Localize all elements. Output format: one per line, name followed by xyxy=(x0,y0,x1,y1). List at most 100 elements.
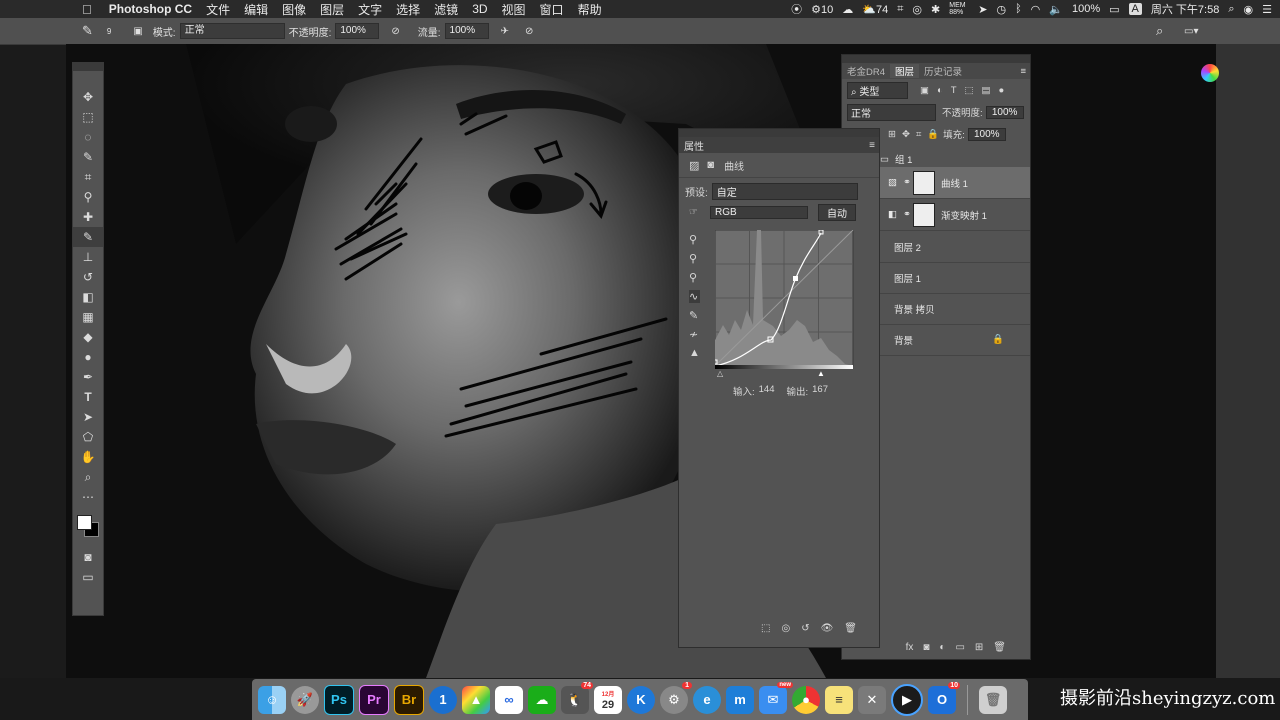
healing-tool-icon[interactable]: ✚ xyxy=(73,207,103,227)
panel-menu-icon[interactable]: ≡ xyxy=(869,140,879,151)
chrome-icon[interactable]: ● xyxy=(792,685,820,714)
fx-icon[interactable]: fx xyxy=(906,642,914,653)
brush-size[interactable]: 9 xyxy=(107,27,111,36)
more-tools-icon[interactable]: ⋯ xyxy=(73,487,103,507)
curves-graph[interactable] xyxy=(715,230,855,372)
menu-window[interactable]: 窗口 xyxy=(533,1,571,18)
premiere-icon[interactable]: Pr xyxy=(359,684,389,715)
lock-all-icon[interactable]: 🔒 xyxy=(927,129,939,140)
launchpad-icon[interactable]: 🚀 xyxy=(291,685,319,714)
onepassword-icon[interactable]: 1 xyxy=(429,685,457,714)
white-input-slider[interactable]: ▲ xyxy=(817,369,825,378)
lasso-tool-icon[interactable]: ◌ xyxy=(73,127,103,147)
target-adjust-icon[interactable]: ☞ xyxy=(689,207,698,218)
black-point-eyedropper-icon[interactable]: ⚲ xyxy=(689,233,700,246)
brush-tool-preset-icon[interactable]: ✎ xyxy=(82,23,93,39)
filter-adjust-icon[interactable]: ◐ xyxy=(937,85,943,96)
color-wheel-icon[interactable] xyxy=(1201,64,1219,82)
mode-select[interactable]: 正常 xyxy=(179,23,285,39)
mail-icon[interactable]: m xyxy=(726,685,754,714)
curve-pencil-icon[interactable]: ✎ xyxy=(689,309,700,322)
layers-panel-header[interactable] xyxy=(842,55,1030,63)
channel-select[interactable]: RGB xyxy=(709,205,808,219)
wifi-icon[interactable]: ◠ xyxy=(1031,3,1041,16)
delete-layer-icon[interactable]: 🗑 xyxy=(993,642,1006,653)
smooth-curve-icon[interactable]: ≁ xyxy=(689,328,700,341)
eyedropper-tool-icon[interactable]: ⚲ xyxy=(73,187,103,207)
blend-mode-select[interactable]: 正常 xyxy=(847,103,936,121)
lock-position-icon[interactable]: ✥ xyxy=(902,129,910,140)
menu-3d[interactable]: 3D xyxy=(465,2,494,16)
preset-select[interactable]: 自定 xyxy=(711,182,858,200)
flow-input[interactable]: 100% xyxy=(444,23,489,39)
edge-icon[interactable]: e xyxy=(693,685,721,714)
clip-to-layer-icon[interactable]: ⬚ xyxy=(761,623,770,634)
volume-icon[interactable]: 🔈 xyxy=(1049,3,1063,16)
quick-mask-icon[interactable]: ◙ xyxy=(73,547,103,567)
tab-layers[interactable]: 图层 xyxy=(890,64,920,78)
finder-icon[interactable]: ☺ xyxy=(258,685,286,714)
gray-point-eyedropper-icon[interactable]: ⚲ xyxy=(689,252,700,265)
new-adjustment-icon[interactable]: ◐ xyxy=(939,642,945,653)
new-layer-icon[interactable]: ⊞ xyxy=(975,642,983,653)
qq-icon[interactable]: 🐧 74 xyxy=(561,681,593,714)
battery-percent[interactable]: 100% xyxy=(1072,3,1100,15)
filter-toggle-icon[interactable]: ● xyxy=(999,85,1005,96)
view-previous-icon[interactable]: ◎ xyxy=(781,623,790,634)
properties-panel-header[interactable] xyxy=(679,129,879,137)
bridge-icon[interactable]: Br xyxy=(394,684,424,715)
trash-icon[interactable]: 🗑 xyxy=(979,685,1007,714)
layer-opacity-input[interactable]: 100% xyxy=(985,105,1024,119)
menu-layer[interactable]: 图层 xyxy=(313,1,351,18)
bluetooth-icon[interactable]: ᛒ xyxy=(1015,3,1022,15)
notes-icon[interactable]: ≡ xyxy=(825,685,853,714)
affinity-icon[interactable]: ▲ xyxy=(462,685,490,714)
dodge-tool-icon[interactable]: ● xyxy=(73,347,103,367)
black-input-slider[interactable]: △ xyxy=(717,369,723,378)
photoshop-icon[interactable]: Ps xyxy=(324,684,354,715)
spotlight-icon[interactable]: ⌕ xyxy=(1228,3,1234,16)
send-icon[interactable]: ➤ xyxy=(978,3,987,16)
tab-history[interactable]: 历史记录 xyxy=(919,64,967,78)
battery-icon[interactable]: ▭ xyxy=(1109,3,1119,16)
document-canvas[interactable] xyxy=(66,44,1216,678)
gradient-tool-icon[interactable]: ▦ xyxy=(73,307,103,327)
filter-type-icon[interactable]: T xyxy=(951,85,957,96)
layer-filter-select[interactable]: ⌕ 类型 xyxy=(847,81,908,99)
zoom-tool-icon[interactable]: ⌕ xyxy=(73,467,103,487)
mask-icon[interactable]: ◙ xyxy=(707,159,714,171)
creative-cloud-icon[interactable]: ◎ xyxy=(912,3,922,16)
menu-type[interactable]: 文字 xyxy=(351,1,389,18)
system-preferences-icon[interactable]: ⚙ 1 xyxy=(660,681,692,714)
screen-mode-icon[interactable]: ▭ xyxy=(73,567,103,587)
new-group-icon[interactable]: ▭ xyxy=(955,642,964,653)
history-brush-tool-icon[interactable]: ↺ xyxy=(73,267,103,287)
menu-filter[interactable]: 滤镜 xyxy=(427,1,465,18)
app-menu[interactable]: Photoshop CC xyxy=(102,2,199,16)
stamp-tool-icon[interactable]: ⊥ xyxy=(73,247,103,267)
curve-point-tool-icon[interactable]: ∿ xyxy=(689,290,700,303)
pen-tool-icon[interactable]: ✒ xyxy=(73,367,103,387)
notification-icon[interactable]: ☰ xyxy=(1262,3,1272,16)
input-value[interactable]: 144 xyxy=(759,384,775,398)
calendar-icon[interactable]: 12月 29 xyxy=(594,685,622,714)
clipping-warning-icon[interactable]: ▲ xyxy=(689,347,700,359)
crop-tool-icon[interactable]: ⌗ xyxy=(73,167,103,187)
fill-input[interactable]: 100% xyxy=(967,127,1006,141)
menu-image[interactable]: 图像 xyxy=(275,1,313,18)
delete-adjustment-icon[interactable]: 🗑 xyxy=(844,623,857,634)
airbrush-icon[interactable]: ✈ xyxy=(501,26,509,37)
menu-view[interactable]: 视图 xyxy=(495,1,533,18)
type-tool-icon[interactable]: T xyxy=(73,387,103,407)
foreground-color-swatch[interactable] xyxy=(77,515,92,530)
crop-status-icon[interactable]: ⌗ xyxy=(897,3,903,16)
input-method[interactable]: A xyxy=(1128,3,1142,15)
record-icon[interactable]: ⦿ xyxy=(791,1,802,17)
filter-shape-icon[interactable]: ⬚ xyxy=(965,85,974,96)
pressure-opacity-icon[interactable]: ⊘ xyxy=(391,26,399,37)
lock-artboard-icon[interactable]: ⌗ xyxy=(916,129,921,140)
clock[interactable]: 周六 下午7:58 xyxy=(1151,1,1219,17)
xcode-icon[interactable]: ✕ xyxy=(858,685,886,714)
cloud-status-icon[interactable]: ⛅74 xyxy=(862,3,888,16)
tools-panel-header[interactable] xyxy=(73,63,103,71)
